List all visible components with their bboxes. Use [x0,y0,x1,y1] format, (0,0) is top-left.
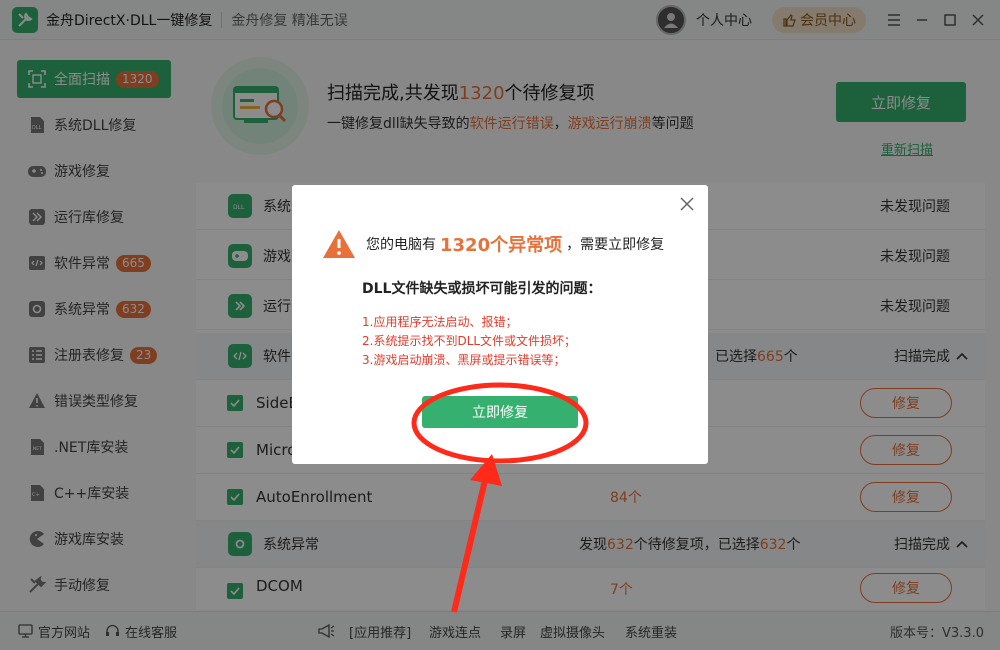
dialog-subtitle: DLL文件缺失或损坏可能引发的问题： [362,281,602,297]
dialog-issue-count: 1320个异常项 [440,235,563,256]
dialog-header: 您的电脑有 1320个异常项 ，需要立即修复 [322,229,664,259]
issue-item: 1.应用程序无法启动、报错； [362,315,518,329]
issue-item: 3.游戏启动崩溃、黑屏或提示错误等； [362,353,566,367]
dialog-title: 您的电脑有 1320个异常项 ，需要立即修复 [366,231,664,257]
dialog-title-text: ，需要立即修复 [566,237,665,253]
warning-icon [322,229,356,259]
issue-item: 2.系统提示找不到DLL文件或文件损坏； [362,334,577,348]
red-annotation-arrow [451,454,502,613]
close-icon[interactable] [680,197,696,213]
dialog-title-text: 您的电脑有 [366,237,436,253]
